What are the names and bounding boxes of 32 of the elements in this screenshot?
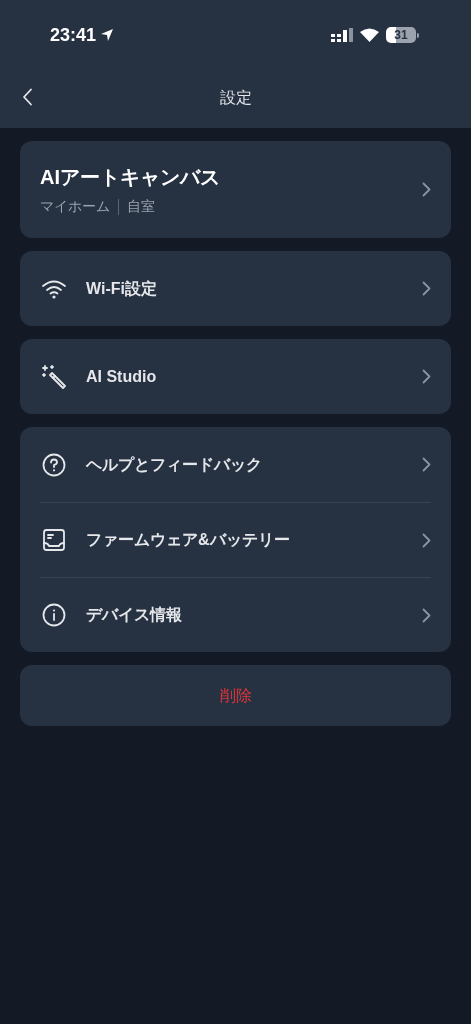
- magic-wand-icon: [41, 363, 67, 390]
- status-time: 23:41: [50, 23, 97, 47]
- help-icon: [42, 452, 66, 477]
- row-label: ファームウェア&バッテリー: [86, 530, 290, 550]
- tablet-screen-icon: [42, 528, 66, 552]
- wifi-icon: [41, 278, 67, 299]
- settings-row[interactable]: Wi-Fi設定: [40, 251, 431, 326]
- page-title: 設定: [219, 88, 252, 108]
- settings-row[interactable]: ヘルプとフィードバック: [40, 427, 431, 502]
- back-button[interactable]: [22, 88, 33, 106]
- settings-row[interactable]: デバイス情報: [40, 577, 431, 652]
- device-card[interactable]: AIアートキャンバス マイホーム 自室: [20, 141, 451, 238]
- chevron-right-icon: [422, 281, 431, 296]
- chevron-right-icon: [422, 369, 431, 384]
- wifi-status-icon: [360, 28, 379, 42]
- row-label: デバイス情報: [86, 605, 182, 625]
- back-icon: [22, 88, 33, 106]
- signal-icon: [331, 28, 353, 42]
- chevron-right-icon: [422, 457, 431, 472]
- home-name: マイホーム: [40, 197, 110, 216]
- room-name: 自室: [127, 197, 155, 216]
- location-arrow-icon: [100, 28, 115, 42]
- info-icon: [42, 603, 66, 627]
- chevron-right-icon: [422, 532, 431, 548]
- row-label: AI Studio: [86, 366, 157, 387]
- settings-row[interactable]: AI Studio: [40, 339, 431, 414]
- device-name: AIアートキャンバス: [40, 165, 220, 190]
- chevron-right-icon: [422, 607, 431, 623]
- row-label: ヘルプとフィードバック: [86, 454, 262, 475]
- settings-row[interactable]: ファームウェア&バッテリー: [40, 502, 431, 577]
- row-label: Wi-Fi設定: [86, 278, 157, 299]
- chevron-right-icon: [422, 182, 431, 197]
